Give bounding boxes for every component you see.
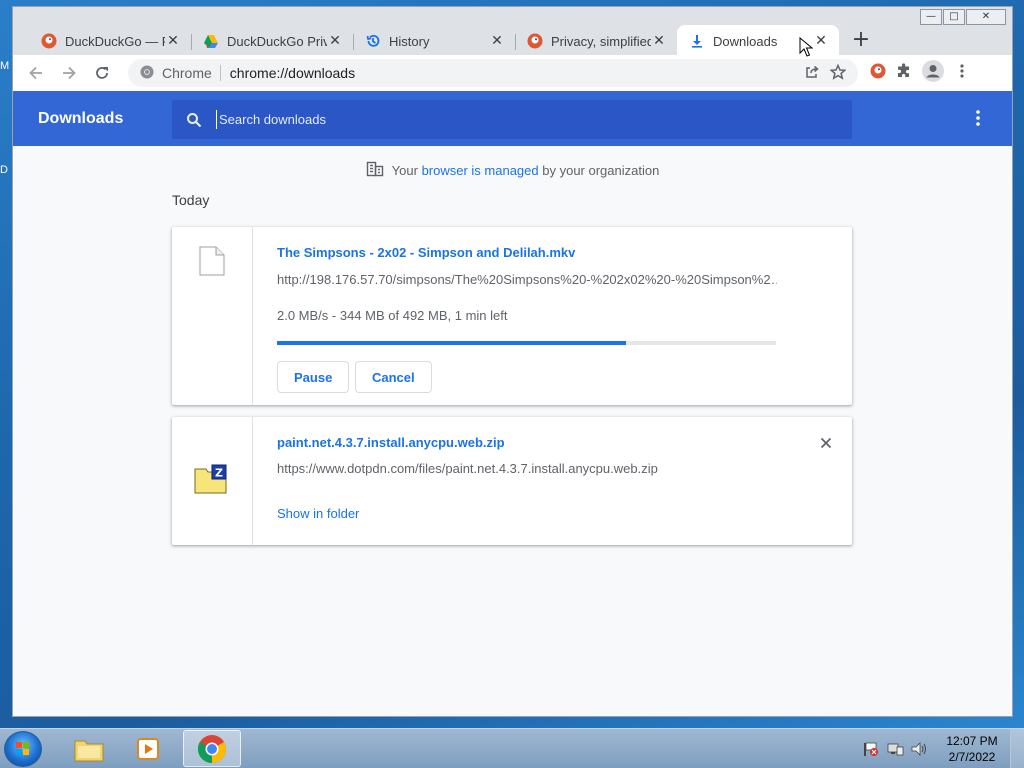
tab-close-icon[interactable]: ✕ (327, 33, 343, 49)
folder-icon (74, 740, 104, 761)
arrow-left-icon (29, 66, 42, 80)
profile-avatar-icon[interactable] (922, 59, 944, 87)
tab-privacy-simplified[interactable]: Privacy, simplified ✕ (515, 25, 677, 57)
pause-button[interactable]: Pause (277, 361, 350, 393)
mouse-cursor-icon (799, 37, 813, 57)
tab-close-icon[interactable]: ✕ (651, 33, 667, 49)
file-icon (199, 246, 225, 276)
download-status: 2.0 MB/s - 344 MB of 492 MB, 1 min left (277, 308, 508, 323)
share-icon[interactable] (804, 64, 820, 83)
duckduckgo-extension-icon[interactable] (870, 63, 886, 84)
tab-title: Downloads (713, 33, 778, 49)
new-tab-button[interactable]: + (847, 27, 875, 55)
chrome-logo-icon (198, 734, 226, 763)
more-menu-icon[interactable] (954, 63, 970, 84)
action-center-flag-icon[interactable] (862, 741, 880, 757)
tab-history[interactable]: History ✕ (353, 25, 515, 57)
managed-link[interactable]: browser is managed (422, 163, 539, 178)
start-button[interactable] (4, 731, 42, 767)
downloads-page: Downloads Your browser is managed by you… (13, 91, 1012, 716)
file-url[interactable]: http://198.176.57.70/simpsons/The%20Simp… (277, 272, 777, 287)
show-desktop-button[interactable] (1010, 729, 1024, 768)
desktop-icon-label: D (0, 164, 8, 176)
chrome-label: Chrome (162, 65, 212, 81)
search-icon (172, 112, 216, 128)
chrome-icon (140, 65, 154, 82)
history-icon (365, 33, 381, 49)
tab-strip: DuckDuckGo — Pr ✕ DuckDuckGo Priva ✕ His… (29, 23, 875, 57)
tab-duckduckgo[interactable]: DuckDuckGo — Pr ✕ (29, 25, 191, 57)
volume-icon[interactable] (910, 741, 928, 757)
progress-bar (277, 341, 776, 345)
maximize-button[interactable]: □ (943, 9, 965, 25)
download-icon (689, 33, 705, 49)
search-input[interactable] (216, 110, 852, 129)
network-icon[interactable] (886, 741, 904, 757)
omnibox-divider (219, 65, 221, 81)
downloads-header: Downloads (13, 91, 1012, 146)
google-drive-icon (203, 33, 219, 49)
media-player-icon (137, 737, 159, 760)
clock-date: 2/7/2022 (948, 750, 996, 764)
cancel-button[interactable]: Cancel (355, 361, 432, 393)
remove-download-icon[interactable] (818, 435, 834, 451)
file-url[interactable]: https://www.dotpdn.com/files/paint.net.4… (277, 461, 837, 476)
tab-close-icon[interactable]: ✕ (165, 33, 181, 49)
clock[interactable]: 12:07 PM 2/7/2022 (934, 733, 1010, 765)
more-actions-icon[interactable] (968, 108, 988, 128)
tab-title: DuckDuckGo Priva (227, 33, 327, 49)
address-bar[interactable]: Chrome chrome://downloads (128, 59, 858, 87)
progress-fill (277, 341, 626, 345)
url-host: chrome:// (229, 65, 289, 81)
forward-button[interactable] (55, 59, 83, 87)
tab-downloads[interactable]: Downloads ✕ (677, 25, 839, 57)
chrome-window: — □ ✕ DuckDuckGo — Pr ✕ DuckDuckGo Priva… (12, 6, 1013, 717)
reload-button[interactable] (88, 59, 116, 87)
desktop-icon-label: M (0, 60, 10, 72)
download-item: The Simpsons - 2x02 - Simpson and Delila… (172, 227, 852, 405)
tab-close-icon[interactable]: ✕ (813, 33, 829, 49)
managed-text-after: by your organization (542, 163, 660, 178)
tab-title: Privacy, simplified (551, 33, 651, 49)
close-window-button[interactable]: ✕ (966, 9, 1006, 25)
arrow-right-icon (63, 66, 76, 80)
managed-notice: Your browser is managed by your organiza… (13, 161, 1012, 180)
date-heading: Today (172, 192, 210, 208)
system-tray: 12:07 PM 2/7/2022 (862, 729, 1024, 768)
bookmark-star-icon[interactable] (829, 63, 847, 83)
managed-text-before: Your (391, 163, 418, 178)
toolbar: Chrome chrome://downloads (13, 55, 1012, 91)
duckduckgo-icon (527, 33, 543, 49)
url-path: downloads (288, 65, 356, 81)
file-name-link[interactable]: The Simpsons - 2x02 - Simpson and Delila… (277, 245, 575, 260)
tab-title: History (389, 33, 430, 49)
tab-title: DuckDuckGo — Pr (65, 33, 165, 49)
clock-time: 12:07 PM (946, 734, 998, 748)
show-in-folder-link[interactable]: Show in folder (277, 506, 359, 521)
reload-icon (96, 67, 108, 79)
taskbar-media-player[interactable] (120, 730, 178, 767)
svg-text:Z: Z (215, 467, 223, 480)
duckduckgo-icon (41, 33, 57, 49)
file-icon-column: Z (172, 417, 253, 545)
minimize-button[interactable]: — (920, 9, 942, 25)
windows-logo-icon (16, 742, 29, 755)
file-icon-column (172, 227, 253, 405)
tab-duckduckgo-private[interactable]: DuckDuckGo Priva ✕ (191, 25, 353, 57)
taskbar-chrome[interactable] (183, 730, 241, 767)
file-name-link[interactable]: paint.net.4.3.7.install.anycpu.web.zip (277, 435, 505, 450)
taskbar: 12:07 PM 2/7/2022 (0, 728, 1024, 768)
taskbar-explorer[interactable] (60, 730, 118, 767)
page-title: Downloads (38, 109, 124, 127)
tab-close-icon[interactable]: ✕ (489, 33, 505, 49)
zip-folder-icon: Z (194, 464, 227, 494)
building-icon (366, 161, 384, 180)
window-controls: — □ ✕ (920, 9, 1006, 25)
search-box[interactable] (172, 100, 852, 139)
download-item: Z paint.net.4.3.7.install.anycpu.web.zip… (172, 417, 852, 545)
extensions-puzzle-icon[interactable] (896, 62, 912, 84)
back-button[interactable] (22, 59, 50, 87)
